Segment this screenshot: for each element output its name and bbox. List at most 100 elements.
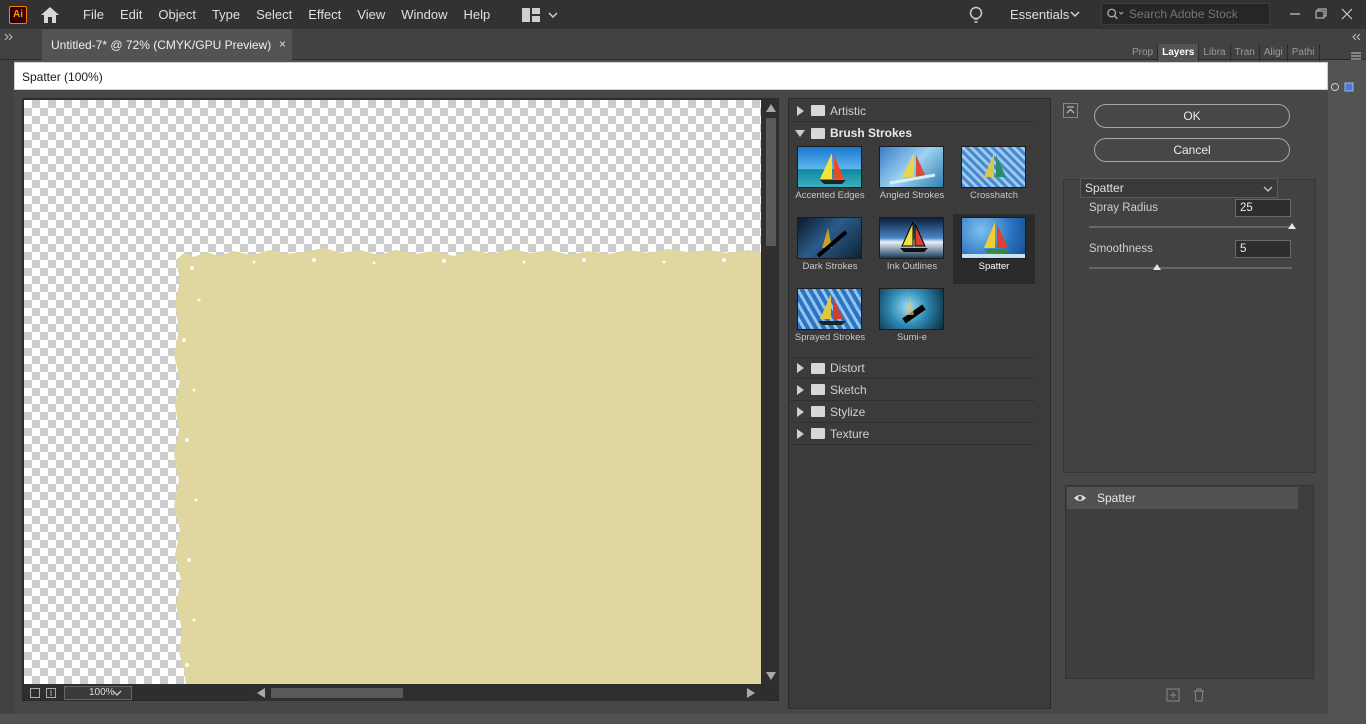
effect-layer-row[interactable]: Spatter [1067, 487, 1298, 509]
filter-dark-strokes[interactable]: Dark Strokes [789, 214, 871, 284]
filter-angled-strokes[interactable]: Angled Strokes [871, 143, 953, 213]
stock-search-input[interactable] [1129, 7, 1269, 21]
filter-settings-panel: Spatter Spray Radius 25 Smoothness 5 [1063, 178, 1316, 473]
folder-brush-strokes[interactable]: Brush Strokes [789, 122, 1035, 144]
zoom-controls: 100% [24, 685, 252, 701]
filter-label: Ink Outlines [886, 261, 938, 272]
tab-transform[interactable]: Tran [1231, 44, 1260, 61]
filter-thumbnail [961, 217, 1026, 259]
workspace-switcher[interactable]: Essentials [1010, 7, 1069, 22]
spray-radius-input[interactable]: 25 [1235, 199, 1291, 217]
smoothness-input[interactable]: 5 [1235, 240, 1291, 258]
layout-grid-icon [522, 7, 541, 22]
tab-pathfinder[interactable]: Pathi [1288, 44, 1320, 61]
panel-menu-icon[interactable] [1350, 51, 1362, 61]
folder-stylize[interactable]: Stylize [789, 401, 1035, 423]
restore-icon[interactable] [1310, 4, 1332, 24]
filter-sumi-e[interactable]: Sumi-e [871, 285, 953, 355]
folder-label: Artistic [830, 103, 866, 118]
effect-layer-label: Spatter [1097, 491, 1136, 505]
filter-label: Sumi-e [896, 332, 928, 343]
expand-arrow-icon [797, 428, 804, 439]
menu-window[interactable]: Window [393, 0, 455, 29]
filter-ink-outlines[interactable]: Ink Outlines [871, 214, 953, 284]
scroll-left-icon[interactable] [255, 687, 267, 699]
preview-canvas[interactable] [24, 100, 761, 684]
new-effect-layer-icon[interactable] [1166, 688, 1180, 702]
spray-radius-slider-thumb[interactable] [1288, 223, 1296, 229]
arrange-documents-button[interactable] [522, 7, 560, 22]
zoom-level-value: 100% [89, 687, 115, 698]
tools-panel [0, 60, 14, 720]
preview-area: 100% [22, 98, 779, 701]
filter-label: Accented Edges [795, 190, 865, 201]
spray-radius-label: Spray Radius [1089, 202, 1159, 214]
folder-sketch[interactable]: Sketch [789, 379, 1035, 401]
menu-object[interactable]: Object [150, 0, 204, 29]
minimize-icon[interactable] [1284, 4, 1306, 24]
cancel-button[interactable]: Cancel [1094, 138, 1290, 162]
filter-thumbnail [797, 217, 862, 259]
menu-view[interactable]: View [349, 0, 393, 29]
home-icon[interactable] [39, 5, 61, 25]
folder-distort[interactable]: Distort [789, 357, 1035, 379]
ok-button[interactable]: OK [1094, 104, 1290, 128]
scroll-up-icon[interactable] [765, 102, 777, 114]
menu-edit[interactable]: Edit [112, 0, 150, 29]
menu-effect[interactable]: Effect [300, 0, 349, 29]
menu-select[interactable]: Select [248, 0, 300, 29]
expand-arrow-icon [797, 384, 804, 395]
filter-crosshatch[interactable]: Crosshatch [953, 143, 1035, 213]
dialog-title-bar: Spatter (100%) [14, 62, 1328, 90]
filter-select[interactable]: Spatter [1080, 178, 1278, 198]
zoom-in-icon[interactable] [46, 688, 56, 698]
delete-effect-layer-icon[interactable] [1192, 688, 1206, 702]
close-tab-icon[interactable]: × [279, 37, 286, 51]
filter-select-value: Spatter [1085, 181, 1124, 195]
zoom-out-icon[interactable] [30, 688, 40, 698]
vertical-scroll-thumb[interactable] [766, 118, 776, 246]
dialog-title: Spatter (100%) [22, 70, 103, 84]
preview-horizontal-scrollbar[interactable] [253, 685, 761, 701]
tab-properties[interactable]: Prop [1128, 44, 1159, 61]
menu-file[interactable]: File [75, 0, 112, 29]
collapse-up-icon [1066, 106, 1075, 114]
smoothness-slider[interactable] [1089, 267, 1292, 269]
collapse-gallery-button[interactable] [1063, 103, 1078, 118]
chevron-down-icon[interactable] [1070, 10, 1080, 18]
tab-align[interactable]: Aligi [1260, 44, 1288, 61]
filter-gallery-dialog: 100% Artistic Brush Strokes Accented Edg… [14, 90, 1328, 714]
expand-panels-icon[interactable] [4, 33, 14, 41]
folder-label: Brush Strokes [830, 126, 913, 140]
filter-thumbnail [797, 146, 862, 188]
smoothness-slider-thumb[interactable] [1152, 264, 1161, 270]
document-tab[interactable]: Untitled-7* @ 72% (CMYK/GPU Preview) × [42, 29, 292, 60]
folder-texture[interactable]: Texture [789, 423, 1035, 445]
preview-vertical-scrollbar[interactable] [763, 100, 779, 684]
tab-libraries[interactable]: Libra [1199, 44, 1231, 61]
eye-icon[interactable] [1073, 493, 1087, 503]
horizontal-scroll-thumb[interactable] [271, 688, 403, 698]
stock-search-box[interactable] [1101, 3, 1270, 25]
close-window-icon[interactable] [1336, 4, 1358, 24]
filter-spatter[interactable]: Spatter [953, 214, 1035, 284]
folder-label: Stylize [830, 404, 866, 419]
chevron-down-icon [548, 11, 558, 18]
smoothness-label: Smoothness [1089, 243, 1153, 255]
folder-artistic[interactable]: Artistic [789, 100, 1035, 122]
effect-layers-panel: Spatter [1065, 485, 1314, 679]
collapse-panels-icon[interactable] [1352, 33, 1362, 41]
spray-radius-slider[interactable] [1089, 226, 1292, 228]
chevron-down-icon[interactable] [112, 689, 122, 697]
right-panel-tabs: Prop Layers Libra Tran Aligi Pathi [1128, 44, 1320, 61]
filter-accented-edges[interactable]: Accented Edges [789, 143, 871, 213]
filter-thumbnail [879, 217, 944, 259]
filter-sprayed-strokes[interactable]: Sprayed Strokes [789, 285, 871, 355]
layer-target-icon[interactable] [1330, 82, 1356, 92]
menu-help[interactable]: Help [455, 0, 498, 29]
scroll-down-icon[interactable] [765, 670, 777, 682]
menu-type[interactable]: Type [204, 0, 248, 29]
scroll-right-icon[interactable] [745, 687, 757, 699]
tab-layers[interactable]: Layers [1158, 44, 1200, 61]
lightbulb-icon[interactable] [966, 5, 986, 25]
